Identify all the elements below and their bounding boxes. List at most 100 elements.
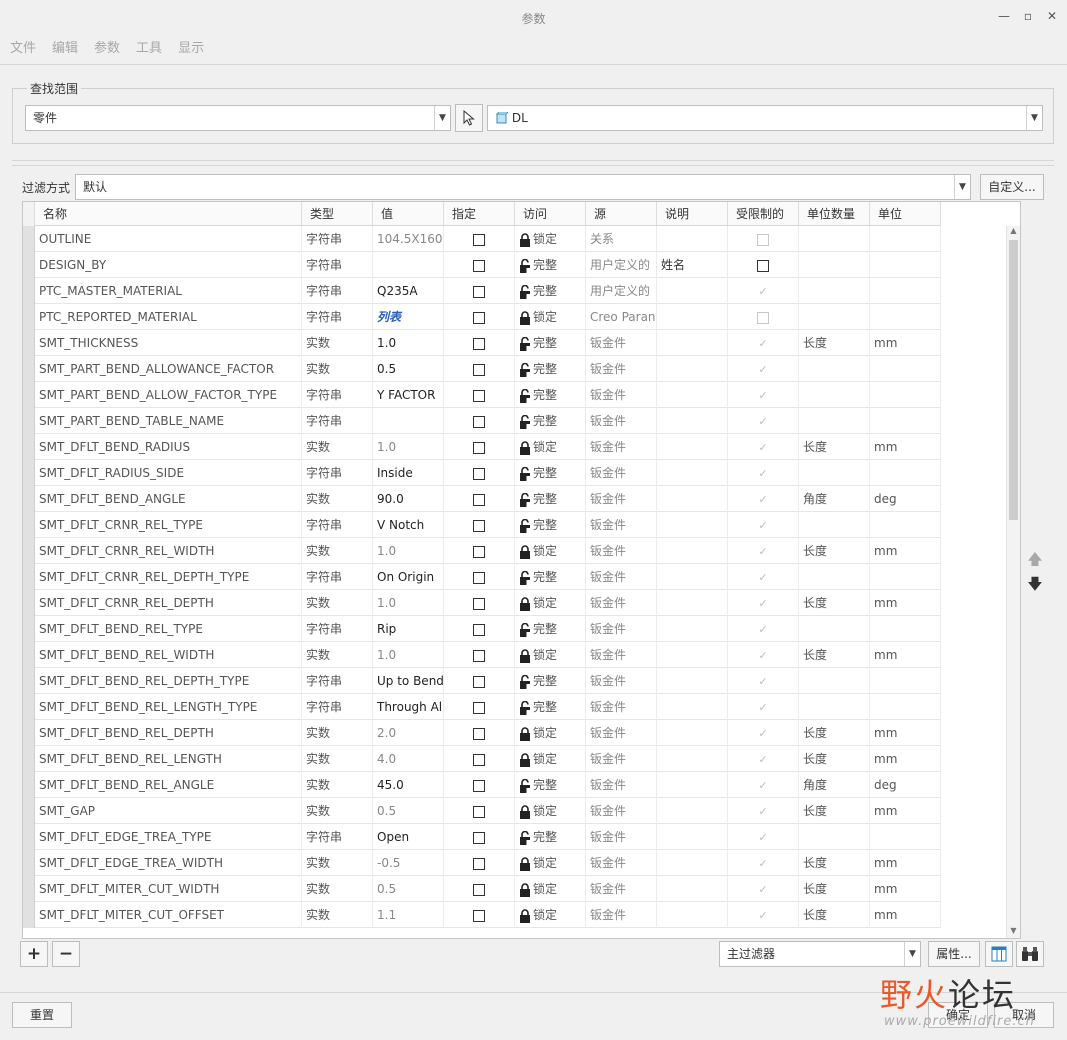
table-row[interactable]: SMT_DFLT_BEND_REL_LENGTH_TYPE 字符串 Through … [23,694,941,720]
row-header[interactable] [23,902,35,928]
param-unit-quantity[interactable] [799,616,870,642]
param-unit-quantity[interactable] [799,512,870,538]
param-value[interactable]: V Notch [373,512,444,538]
table-row[interactable]: SMT_DFLT_CRNR_REL_DEPTH 实数 1.0 锁定 钣金件 ✓ 长度 mm [23,590,941,616]
column-header-access[interactable]: 访问 [515,202,586,226]
param-value[interactable]: 0.5 [373,876,444,902]
param-type[interactable]: 实数 [302,356,373,382]
row-header[interactable] [23,252,35,278]
table-row[interactable]: SMT_DFLT_RADIUS_SIDE 字符串 Inside 完整 钣金件 ✓ [23,460,941,486]
designate-checkbox[interactable] [473,311,485,324]
designate-checkbox[interactable] [473,727,485,740]
param-name[interactable]: SMT_DFLT_RADIUS_SIDE [35,460,302,486]
designate-checkbox[interactable] [473,675,485,688]
param-type[interactable]: 字符串 [302,408,373,434]
param-unit[interactable] [870,824,941,850]
param-type[interactable]: 字符串 [302,460,373,486]
param-description[interactable] [657,902,728,928]
table-row[interactable]: SMT_DFLT_BEND_REL_ANGLE 实数 45.0 完整 钣金件 ✓ 角度 deg [23,772,941,798]
designate-checkbox[interactable] [473,233,485,246]
param-name[interactable]: DESIGN_BY [35,252,302,278]
table-row[interactable]: SMT_DFLT_BEND_REL_WIDTH 实数 1.0 锁定 钣金件 ✓ 长度 mm [23,642,941,668]
param-unit-quantity[interactable]: 长度 [799,538,870,564]
designate-checkbox[interactable] [473,441,485,454]
table-row[interactable]: SMT_DFLT_BEND_REL_LENGTH 实数 4.0 锁定 钣金件 ✓ 长度 mm [23,746,941,772]
param-unit-quantity[interactable]: 长度 [799,798,870,824]
table-row[interactable]: PTC_MASTER_MATERIAL 字符串 Q235A 完整 用户定义的 ✓ [23,278,941,304]
param-unit[interactable]: mm [870,876,941,902]
param-description[interactable] [657,772,728,798]
param-unit-quantity[interactable]: 长度 [799,590,870,616]
param-unit-quantity[interactable]: 长度 [799,720,870,746]
table-row[interactable]: SMT_PART_BEND_TABLE_NAME 字符串 完整 钣金件 ✓ [23,408,941,434]
param-type[interactable]: 实数 [302,746,373,772]
param-value[interactable]: Inside [373,460,444,486]
param-unit-quantity[interactable]: 长度 [799,876,870,902]
menu-file[interactable]: 文件 [10,36,36,62]
restricted-checkbox[interactable] [757,259,769,272]
param-description[interactable] [657,824,728,850]
designate-checkbox[interactable] [473,493,485,506]
param-value[interactable]: Open [373,824,444,850]
param-unit-quantity[interactable] [799,824,870,850]
properties-button[interactable]: 属性... [928,941,980,967]
designate-checkbox[interactable] [473,623,485,636]
param-type[interactable]: 字符串 [302,824,373,850]
param-value[interactable]: On Origin [373,564,444,590]
row-header[interactable] [23,590,35,616]
row-header[interactable] [23,382,35,408]
param-name[interactable]: SMT_DFLT_CRNR_REL_DEPTH_TYPE [35,564,302,590]
table-row[interactable]: SMT_GAP 实数 0.5 锁定 钣金件 ✓ 长度 mm [23,798,941,824]
param-type[interactable]: 字符串 [302,252,373,278]
param-name[interactable]: SMT_DFLT_CRNR_REL_TYPE [35,512,302,538]
param-name[interactable]: SMT_DFLT_BEND_REL_ANGLE [35,772,302,798]
param-unit[interactable]: mm [870,798,941,824]
param-unit[interactable] [870,356,941,382]
param-unit-quantity[interactable]: 长度 [799,850,870,876]
row-header[interactable] [23,824,35,850]
menu-parameters[interactable]: 参数 [94,36,120,62]
column-header-description[interactable]: 说明 [657,202,728,226]
access-cell[interactable]: 锁定 [515,746,586,772]
minimize-icon[interactable]: — [997,8,1011,24]
designate-checkbox[interactable] [473,467,485,480]
param-value[interactable]: 45.0 [373,772,444,798]
table-row[interactable]: SMT_DFLT_EDGE_TREA_TYPE 字符串 Open 完整 钣金件 ✓ [23,824,941,850]
designate-checkbox[interactable] [473,805,485,818]
access-cell[interactable]: 完整 [515,512,586,538]
access-cell[interactable]: 完整 [515,382,586,408]
param-unit-quantity[interactable]: 角度 [799,772,870,798]
param-type[interactable]: 字符串 [302,616,373,642]
param-description[interactable] [657,304,728,330]
access-cell[interactable]: 完整 [515,252,586,278]
param-type[interactable]: 字符串 [302,564,373,590]
param-unit-quantity[interactable]: 长度 [799,642,870,668]
access-cell[interactable]: 完整 [515,278,586,304]
param-name[interactable]: SMT_DFLT_BEND_REL_DEPTH_TYPE [35,668,302,694]
table-row[interactable]: SMT_DFLT_EDGE_TREA_WIDTH 实数 -0.5 锁定 钣金件 ✓ 长度 mm [23,850,941,876]
access-cell[interactable]: 锁定 [515,304,586,330]
param-unit[interactable]: mm [870,902,941,928]
param-unit[interactable] [870,694,941,720]
scroll-down-icon[interactable]: ▼ [1007,926,1020,938]
row-header[interactable] [23,850,35,876]
access-cell[interactable]: 锁定 [515,876,586,902]
param-type[interactable]: 实数 [302,330,373,356]
param-description[interactable] [657,538,728,564]
param-type[interactable]: 实数 [302,590,373,616]
move-up-icon[interactable]: 🡅 [1027,551,1043,567]
param-type[interactable]: 字符串 [302,226,373,252]
param-value[interactable] [373,252,444,278]
table-row[interactable]: SMT_DFLT_BEND_REL_DEPTH 实数 2.0 锁定 钣金件 ✓ 长度 mm [23,720,941,746]
row-header[interactable] [23,616,35,642]
table-row[interactable]: SMT_DFLT_MITER_CUT_OFFSET 实数 1.1 锁定 钣金件 ✓ 长度 mm [23,902,941,928]
close-icon[interactable]: ✕ [1045,8,1059,24]
param-value[interactable]: 列表 [373,304,444,330]
param-value[interactable]: 90.0 [373,486,444,512]
designate-checkbox[interactable] [473,519,485,532]
row-header[interactable] [23,330,35,356]
param-description[interactable] [657,668,728,694]
designate-checkbox[interactable] [473,363,485,376]
customize-button[interactable]: 自定义... [980,174,1044,200]
access-cell[interactable]: 锁定 [515,434,586,460]
